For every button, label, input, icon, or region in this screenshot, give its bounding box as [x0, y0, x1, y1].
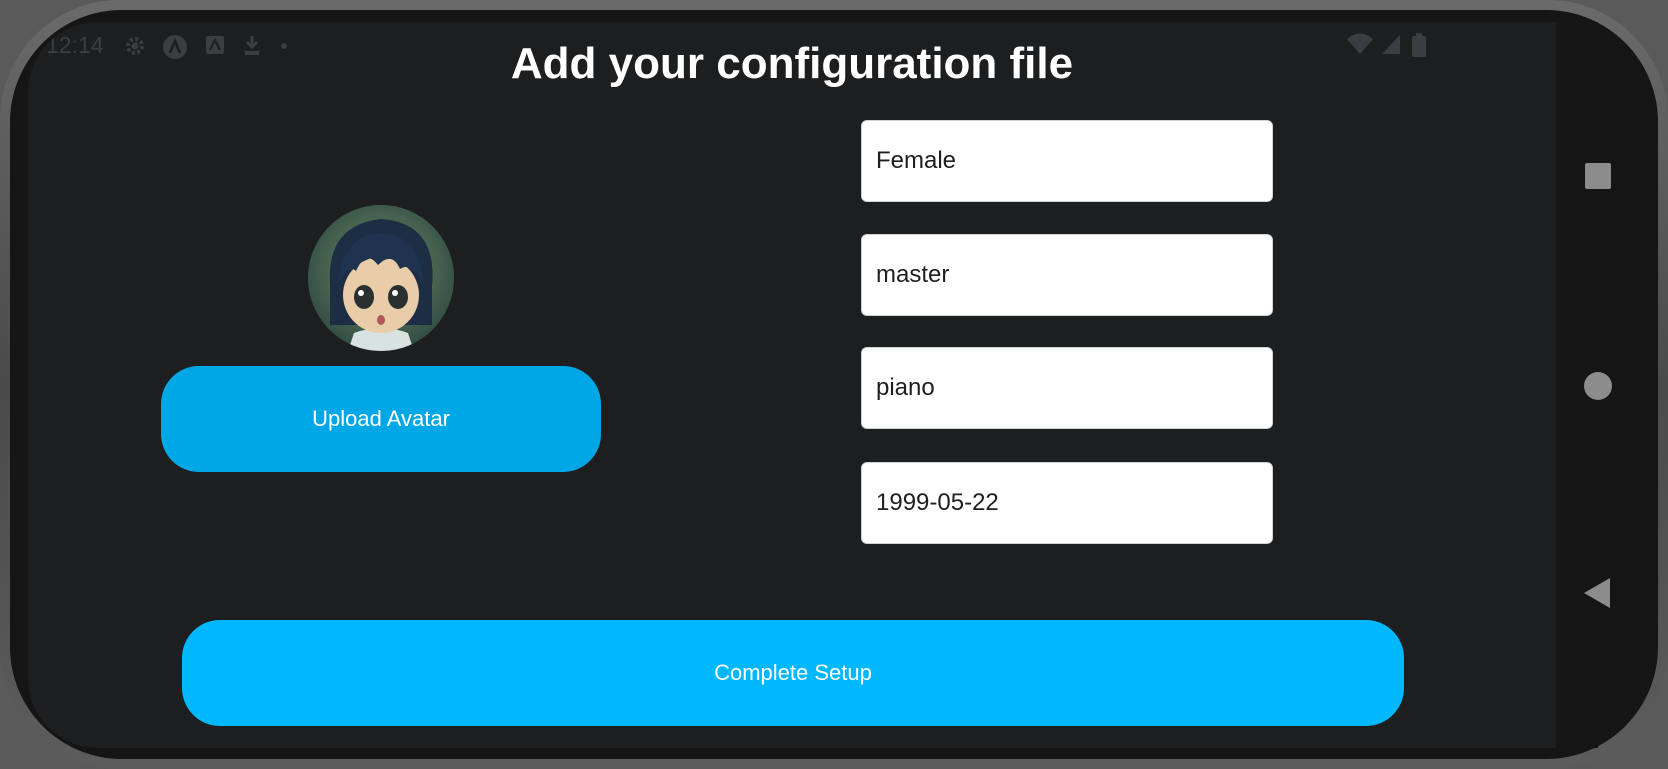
instrument-field[interactable] — [861, 347, 1273, 429]
avatar-image — [308, 205, 454, 351]
gender-field[interactable] — [861, 120, 1273, 202]
complete-setup-button[interactable]: Complete Setup — [182, 620, 1404, 726]
back-icon[interactable] — [1584, 578, 1610, 608]
page-title: Add your configuration file — [510, 39, 1074, 88]
upload-avatar-button[interactable]: Upload Avatar — [161, 366, 601, 472]
home-icon[interactable] — [1584, 372, 1612, 400]
app-screen: 12:14 Add your configuration file Upload… — [28, 22, 1556, 748]
avatar[interactable] — [308, 205, 454, 351]
birthdate-field[interactable] — [861, 462, 1273, 544]
recents-icon[interactable] — [1585, 163, 1611, 189]
role-field[interactable] — [861, 234, 1273, 316]
